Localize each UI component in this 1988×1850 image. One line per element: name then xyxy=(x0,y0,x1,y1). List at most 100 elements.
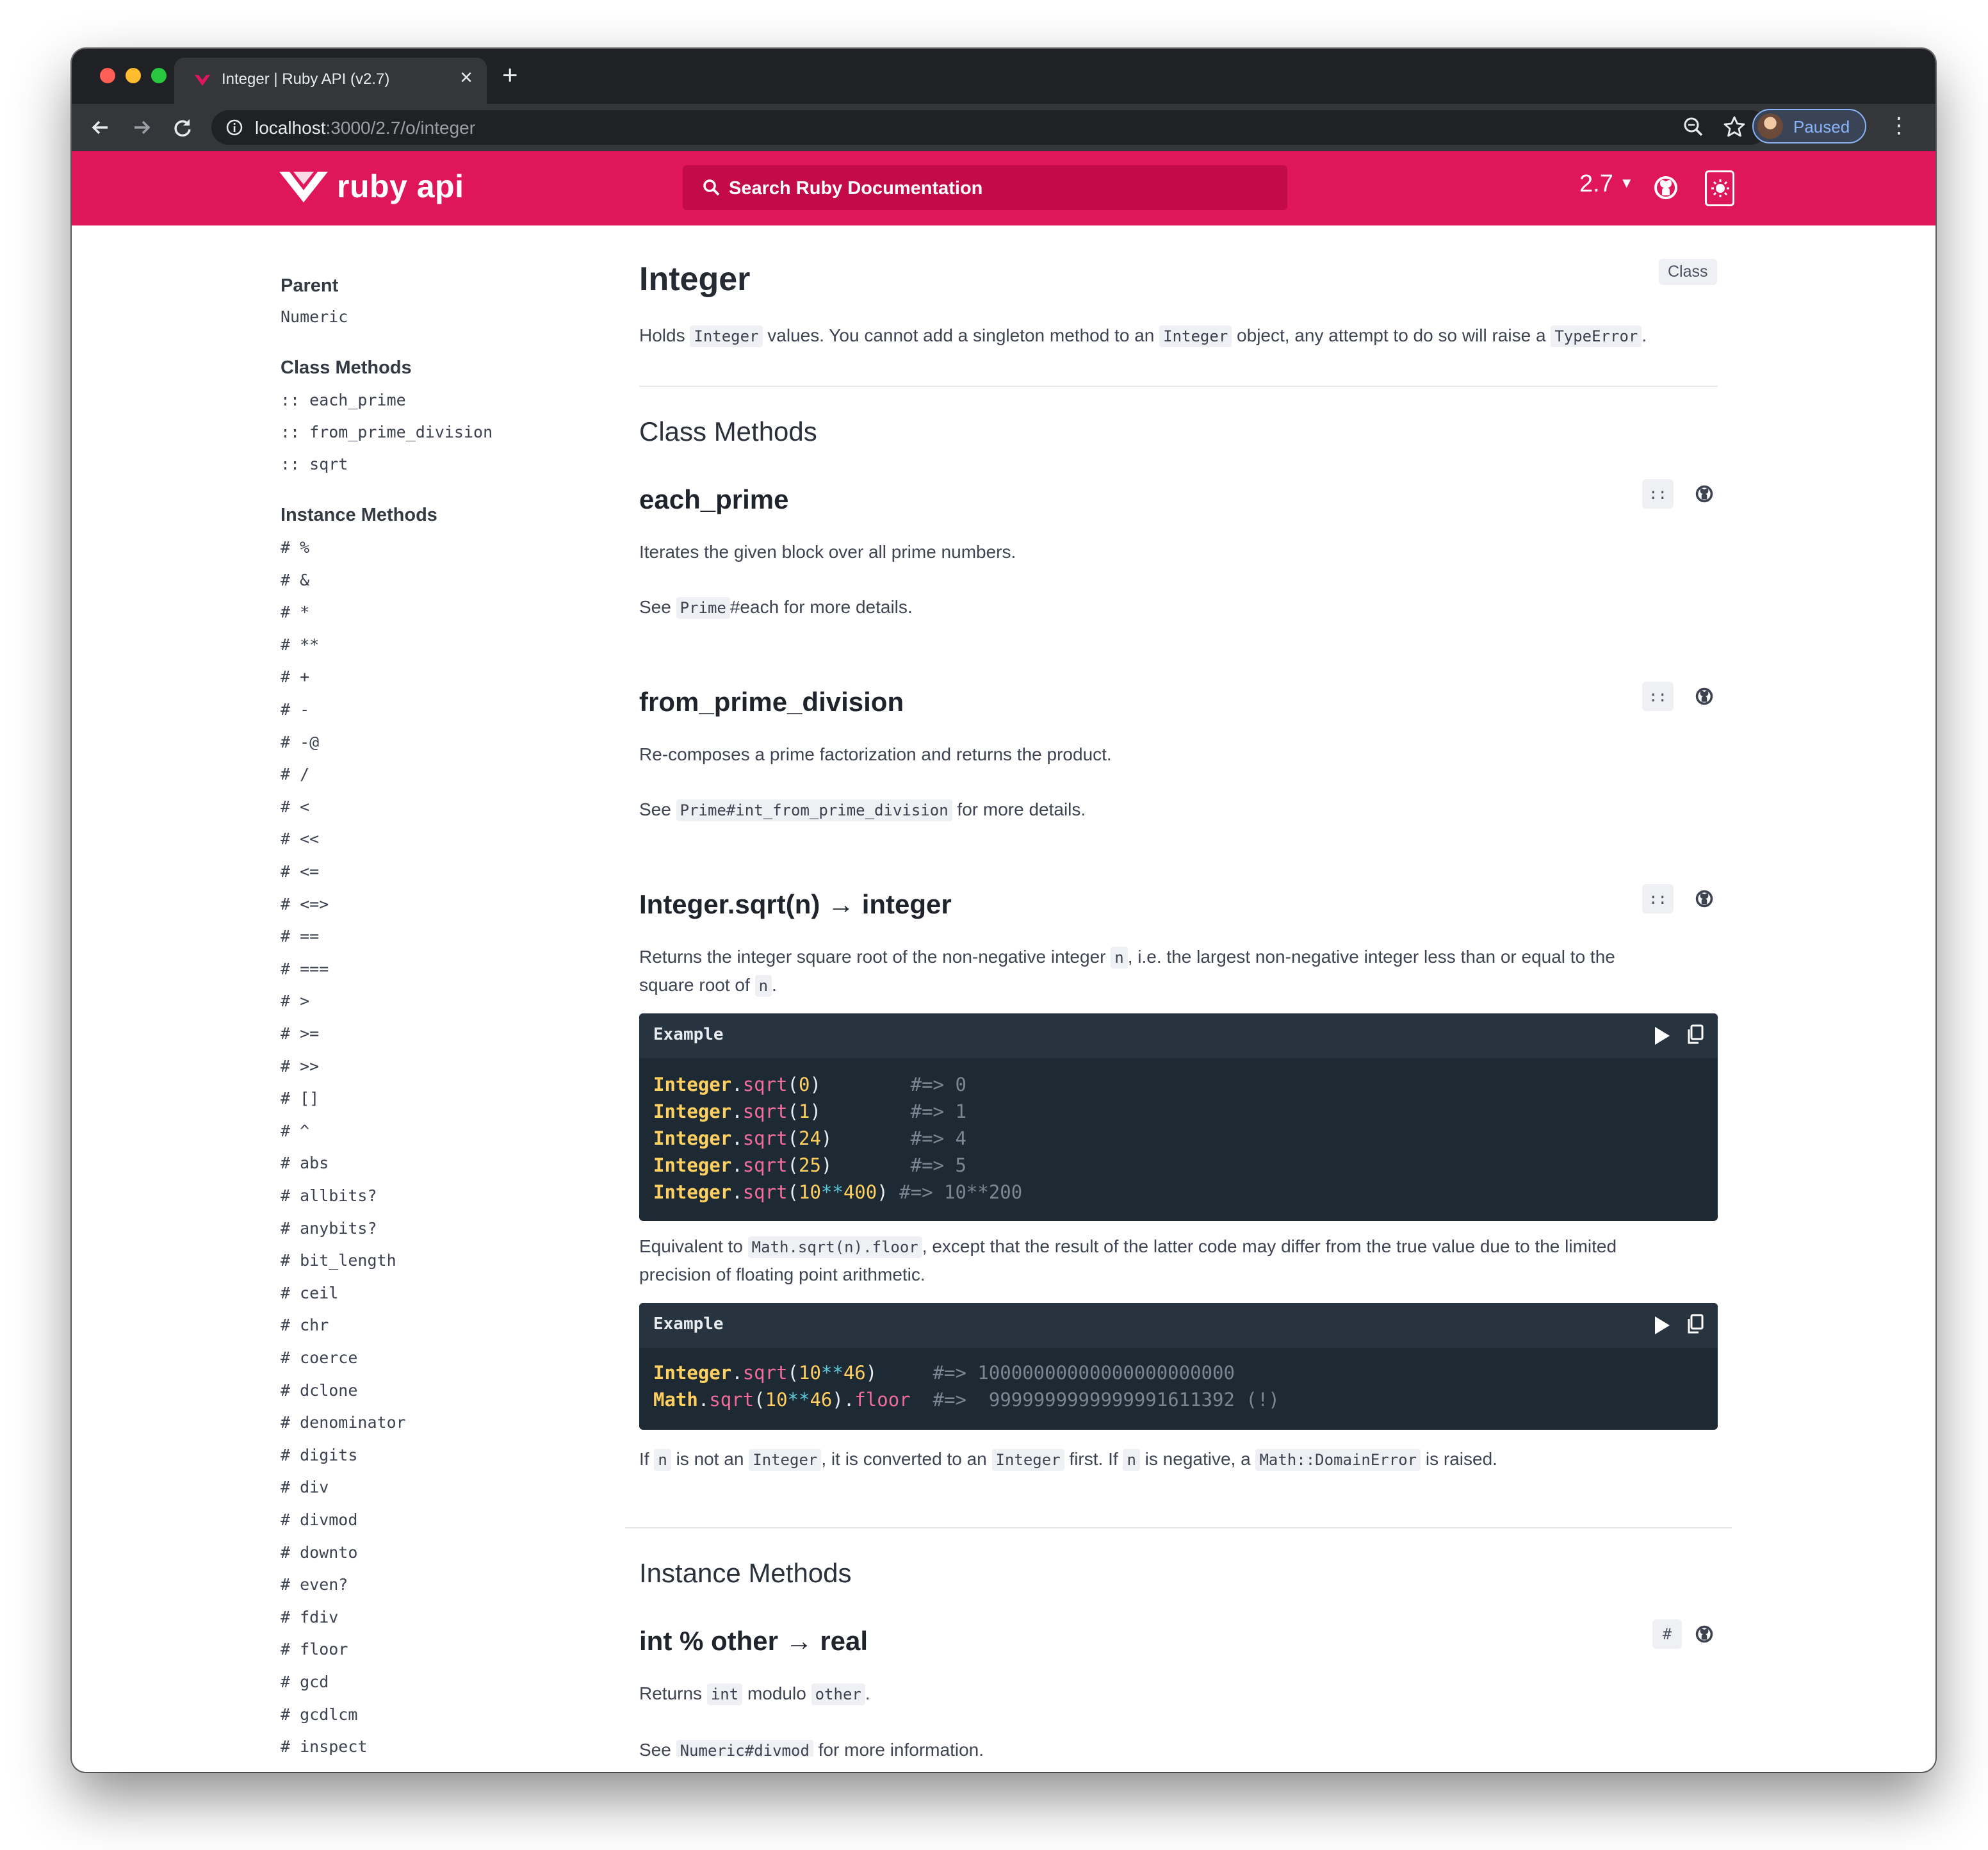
code-token: . xyxy=(731,1074,743,1095)
sidebar-instance-method-link[interactable]: # gcd xyxy=(281,1673,329,1691)
copy-code-icon[interactable] xyxy=(1686,1313,1705,1335)
address-bar[interactable]: localhost:3000/2.7/o/integer xyxy=(211,110,1768,145)
code-token: sqrt xyxy=(742,1154,788,1176)
sidebar-instance-method-link[interactable]: # -@ xyxy=(281,733,319,751)
sidebar-instance-method-link[interactable]: # >= xyxy=(281,1024,319,1043)
run-example-icon[interactable] xyxy=(1652,1314,1672,1336)
desc-text: values. You cannot add a singleton metho… xyxy=(762,325,1160,345)
maximize-window-button[interactable] xyxy=(151,68,167,83)
sidebar-instance-method-link[interactable]: # * xyxy=(281,603,309,621)
minimize-window-button[interactable] xyxy=(126,68,141,83)
version-dropdown[interactable]: 2.7 ▼ xyxy=(1579,170,1634,198)
ruby-api-logo-icon[interactable] xyxy=(278,169,329,205)
sidebar-instance-method-link[interactable]: # >> xyxy=(281,1057,319,1076)
sidebar-instance-method-link[interactable]: # ^ xyxy=(281,1122,309,1140)
forward-arrow-icon[interactable] xyxy=(129,115,154,140)
code-token: Integer xyxy=(653,1127,732,1149)
github-source-button[interactable] xyxy=(1690,1619,1719,1649)
logo-text[interactable]: ruby api xyxy=(337,168,464,205)
sidebar-instance-method-link[interactable]: # even? xyxy=(281,1575,348,1594)
sidebar-instance-method-link[interactable]: # > xyxy=(281,992,309,1010)
sidebar-instance-method-link[interactable]: # chr xyxy=(281,1316,329,1334)
sidebar-instance-method-link[interactable]: # <=> xyxy=(281,895,329,913)
see-code-link[interactable]: Numeric#divmod xyxy=(676,1740,813,1756)
code-token: 24 xyxy=(799,1127,821,1149)
zoom-icon[interactable] xyxy=(1682,115,1705,138)
back-arrow-icon[interactable] xyxy=(88,115,113,140)
sidebar-class-method-link[interactable]: :: sqrt xyxy=(281,455,348,473)
profile-button[interactable]: Paused xyxy=(1752,109,1866,143)
desc-text: If xyxy=(639,1449,655,1469)
sidebar-instance-method-link[interactable]: # anybits? xyxy=(281,1219,377,1238)
method-scope-button[interactable]: :: xyxy=(1642,682,1674,711)
method-description: Iterates the given block over all prime … xyxy=(639,542,1016,562)
see-code-link[interactable]: Prime#int_from_prime_division xyxy=(676,799,952,821)
sidebar-class-method-link[interactable]: :: each_prime xyxy=(281,391,406,409)
sidebar-instance-method-link[interactable]: # downto xyxy=(281,1543,357,1562)
sidebar-instance-method-link[interactable]: # div xyxy=(281,1478,329,1496)
desc-text: , it is converted to an xyxy=(821,1449,992,1469)
method-scope-button[interactable]: :: xyxy=(1642,479,1674,509)
method-see-also: See Prime #each for more details. xyxy=(639,597,913,619)
sidebar-parent-heading: Parent xyxy=(281,275,339,296)
sidebar-instance-method-link[interactable]: # inspect xyxy=(281,1737,367,1756)
code-token: Integer xyxy=(653,1154,732,1176)
sidebar-instance-method-link[interactable]: # floor xyxy=(281,1640,348,1658)
new-tab-icon[interactable]: + xyxy=(502,61,518,88)
theme-toggle-button[interactable] xyxy=(1705,170,1734,206)
bookmark-star-icon[interactable] xyxy=(1723,115,1746,138)
code-token: ( xyxy=(787,1127,799,1149)
sidebar-instance-method-link[interactable]: # - xyxy=(281,700,309,719)
code-comment: #=> 1 xyxy=(910,1101,966,1122)
sidebar-instance-method-link[interactable]: # denominator xyxy=(281,1413,406,1432)
sidebar-instance-method-link[interactable]: # dclone xyxy=(281,1381,357,1400)
sidebar-instance-method-link[interactable]: # gcdlcm xyxy=(281,1705,357,1724)
class-description: Holds Integer values. You cannot add a s… xyxy=(639,325,1647,347)
sidebar-instance-method-link[interactable]: # ceil xyxy=(281,1284,338,1302)
sidebar-instance-method-link[interactable]: # fdiv xyxy=(281,1608,338,1626)
sidebar-instance-method-link[interactable]: # digits xyxy=(281,1446,357,1464)
sidebar-instance-method-link[interactable]: # coerce xyxy=(281,1348,357,1367)
sidebar-instance-method-link[interactable]: # == xyxy=(281,927,319,945)
sidebar-instance-method-link[interactable]: # / xyxy=(281,765,309,783)
sidebar-instance-method-link[interactable]: # [] xyxy=(281,1089,319,1108)
github-source-button[interactable] xyxy=(1690,682,1719,711)
run-example-icon[interactable] xyxy=(1652,1025,1672,1047)
search-input[interactable]: Search Ruby Documentation xyxy=(683,165,1287,210)
code-comment: #=> 9999999999999991611392 (!) xyxy=(910,1389,1280,1411)
more-menu-icon[interactable]: ⋮ xyxy=(1888,113,1910,138)
sidebar-instance-method-link[interactable]: # divmod xyxy=(281,1510,357,1529)
github-source-button[interactable] xyxy=(1690,884,1719,913)
method-description: Returns the integer square root of the n… xyxy=(639,947,1615,969)
tab-title: Integer | Ruby API (v2.7) xyxy=(222,70,390,88)
github-source-button[interactable] xyxy=(1690,479,1719,509)
sidebar-instance-method-link[interactable]: # bit_length xyxy=(281,1251,396,1270)
method-scope-button[interactable]: :: xyxy=(1642,884,1674,913)
sidebar-instance-method-link[interactable]: # & xyxy=(281,571,309,589)
github-icon[interactable] xyxy=(1652,174,1679,201)
sidebar-instance-method-link[interactable]: # === xyxy=(281,960,329,978)
code-token: Integer xyxy=(653,1181,732,1203)
sidebar-instance-method-link[interactable]: # % xyxy=(281,538,309,557)
see-code-link[interactable]: Prime xyxy=(676,597,730,619)
method-scope-button[interactable]: # xyxy=(1652,1619,1682,1649)
sidebar-instance-method-link[interactable]: # allbits? xyxy=(281,1186,377,1205)
copy-code-icon[interactable] xyxy=(1686,1024,1705,1045)
sidebar-instance-method-link[interactable]: # <= xyxy=(281,862,319,881)
browser-tab[interactable]: Integer | Ruby API (v2.7) × xyxy=(174,58,487,104)
desc-code: n xyxy=(1123,1449,1140,1471)
sidebar-instance-method-link[interactable]: # abs xyxy=(281,1154,329,1172)
sidebar-instance-method-link[interactable]: # << xyxy=(281,830,319,848)
close-window-button[interactable] xyxy=(100,68,115,83)
sidebar-class-method-link[interactable]: :: from_prime_division xyxy=(281,423,493,441)
sidebar-instance-method-link[interactable]: # ** xyxy=(281,635,319,654)
reload-icon[interactable] xyxy=(170,115,195,140)
github-icon xyxy=(1695,687,1713,705)
method-description: Re-composes a prime factorization and re… xyxy=(639,744,1112,764)
site-info-icon[interactable] xyxy=(225,119,243,136)
sidebar-parent-link[interactable]: Numeric xyxy=(281,307,348,326)
sidebar-instance-method-link[interactable]: # + xyxy=(281,667,309,686)
code-token: sqrt xyxy=(742,1101,788,1122)
close-tab-icon[interactable]: × xyxy=(460,67,473,88)
sidebar-instance-method-link[interactable]: # < xyxy=(281,798,309,816)
